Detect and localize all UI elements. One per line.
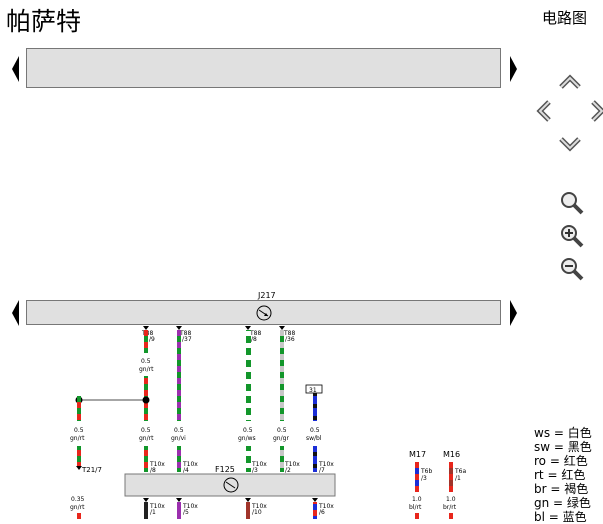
conn-t10x-2-pin: /2 — [285, 467, 291, 474]
wire-1-size: 0.5 — [141, 358, 151, 365]
wire-2-size: 0.5 — [74, 427, 84, 434]
wire-4-size: 0.5 — [174, 427, 184, 434]
wire-8-size: 0.35 — [71, 496, 85, 503]
conn-t10x-1-pin: /1 — [150, 509, 156, 516]
conn-t88-37-pin: /37 — [182, 336, 192, 343]
conn-t10x-4-pin: /4 — [183, 467, 189, 474]
conn-t21-7: T21/7 — [81, 466, 102, 474]
legend-item: rt = 红色 — [534, 468, 586, 482]
wire-5-color: gn/ws — [238, 435, 256, 442]
wire-4-color: gn/vi — [171, 435, 186, 442]
wire-5-size: 0.5 — [243, 427, 253, 434]
wire-7-color: sw/bl — [306, 435, 322, 442]
conn-t88-9-pin: /9 — [149, 336, 155, 343]
conn-t10x-10-pin: /10 — [252, 509, 262, 516]
conn-t88-8-pin: /8 — [251, 336, 257, 343]
conn-t6b: T6b — [420, 468, 432, 475]
conn-t10x-7-pin: /7 — [319, 467, 325, 474]
conn-t6b-pin: /3 — [421, 475, 427, 482]
wire-6-size: 0.5 — [277, 427, 287, 434]
wire-10-size: 1.0 — [446, 496, 456, 503]
motor-label-m16: M16 — [443, 450, 460, 459]
conn-t10x-8-pin: /8 — [150, 467, 156, 474]
module-label-f125: F125 — [215, 465, 235, 474]
wire-8-color: gn/rt — [70, 504, 85, 511]
wire-3-color: gn/rt — [139, 435, 154, 442]
conn-t10x-6-pin: /6 — [319, 509, 325, 516]
wire-9-color: bl/rt — [409, 504, 422, 511]
legend-item: bl = 蓝色 — [534, 510, 587, 524]
wire-6-color: gn/gr — [273, 435, 289, 442]
relay-31: 31 — [309, 387, 317, 394]
wiring-diagram: J217 T88 /9 T88 /37 T88 /8 T88 /36 0.5 g… — [70, 291, 466, 519]
color-legend: ws = 白色 sw = 黑色 ro = 红色 rt = 红色 br = 褐色 … — [534, 426, 592, 524]
motor-label-m17: M17 — [409, 450, 426, 459]
wire-2-color: gn/rt — [70, 435, 85, 442]
wire-7-size: 0.5 — [310, 427, 320, 434]
module-label-j217: J217 — [257, 291, 276, 300]
wire-1-color: gn/rt — [139, 366, 154, 373]
conn-t10x-3-pin: /3 — [252, 467, 258, 474]
wire-3-size: 0.5 — [141, 427, 151, 434]
wire-10-color: br/rt — [443, 504, 457, 511]
conn-t10x-5-pin: /5 — [183, 509, 189, 516]
legend-item: ro = 红色 — [534, 454, 588, 468]
legend-item: ws = 白色 — [534, 426, 592, 440]
conn-t6a-pin: /1 — [455, 475, 461, 482]
conn-t6a: T6a — [454, 468, 466, 475]
conn-t88-36-pin: /36 — [285, 336, 295, 343]
legend-item: gn = 绿色 — [534, 496, 591, 510]
legend-item: sw = 黑色 — [534, 440, 592, 454]
wire-9-size: 1.0 — [412, 496, 422, 503]
legend-item: br = 褐色 — [534, 482, 589, 496]
